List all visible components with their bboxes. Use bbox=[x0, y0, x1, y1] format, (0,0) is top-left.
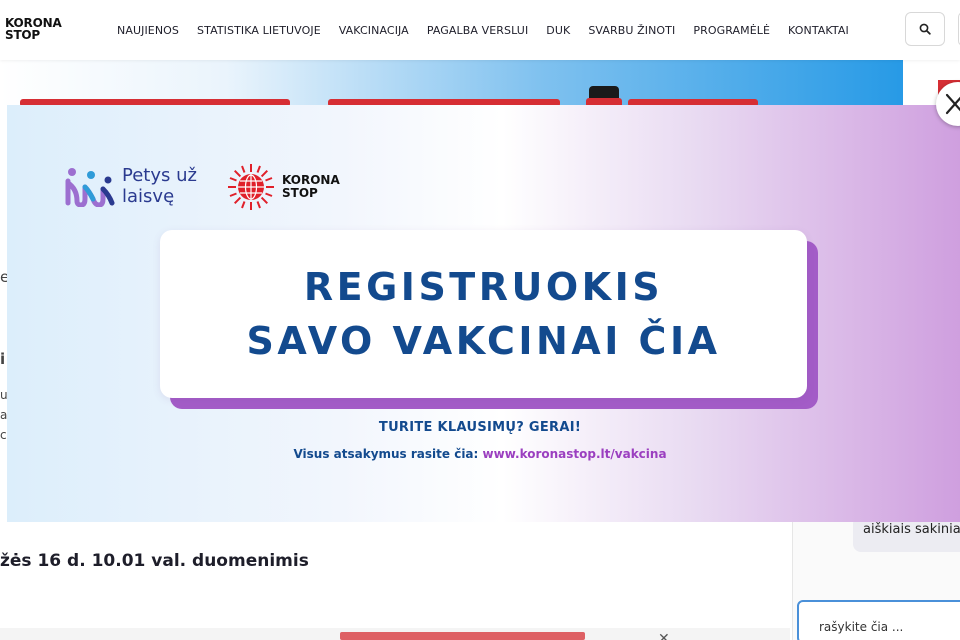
nav-statistika[interactable]: STATISTIKA LIETUVOJE bbox=[197, 24, 321, 37]
faq-heading: TURITE KLAUSIMŲ? GERAI! bbox=[378, 420, 582, 435]
petys-line2: laisvę bbox=[122, 186, 175, 207]
petys-uz-laisve-logo: Petys už laisvę bbox=[65, 165, 197, 207]
nav-vakcinacija[interactable]: VAKCINACIJA bbox=[339, 24, 409, 37]
cta-line1: REGISTRUOKIS bbox=[303, 265, 664, 309]
site-header: KORONA STOP NAUJIENOS STATISTIKA LIETUVO… bbox=[0, 0, 960, 60]
cta-line2: SAVO VAKCINAI ČIA bbox=[246, 319, 721, 363]
nav-programele[interactable]: PROGRAMĖLĖ bbox=[693, 24, 770, 37]
petys-logo-text: Petys už laisvę bbox=[122, 165, 197, 207]
nav-naujienos[interactable]: NAUJIENOS bbox=[117, 24, 179, 37]
petys-logo-icon bbox=[65, 168, 115, 207]
cookie-close-icon[interactable]: ✕ bbox=[658, 630, 670, 640]
faq-answer-line: Visus atsakymus rasite čia: www.koronast… bbox=[0, 447, 960, 461]
korona-stop-emblem-icon bbox=[228, 164, 274, 210]
logo-line2: STOP bbox=[5, 28, 41, 42]
ks-line2: STOP bbox=[282, 186, 318, 200]
search-button[interactable] bbox=[905, 12, 945, 46]
vakcina-link[interactable]: www.koronastop.lt/vakcina bbox=[483, 447, 667, 461]
bg-text-fragment: i bbox=[0, 350, 6, 368]
petys-line1: Petys už bbox=[122, 165, 197, 186]
nav-duk[interactable]: DUK bbox=[546, 24, 570, 37]
search-icon bbox=[919, 23, 931, 35]
faq-answer-prefix: Visus atsakymus rasite čia: bbox=[293, 447, 479, 461]
korona-stop-modal-logo: KORONA STOP bbox=[227, 163, 340, 211]
chat-input[interactable]: rašykite čia ... bbox=[797, 600, 960, 640]
nav-kontaktai[interactable]: KONTAKTAI bbox=[788, 24, 849, 37]
cookie-bar-text bbox=[340, 632, 585, 640]
main-nav: NAUJIENOS STATISTIKA LIETUVOJE VAKCINACI… bbox=[108, 0, 858, 60]
nav-pagalba-verslui[interactable]: PAGALBA VERSLUI bbox=[427, 24, 528, 37]
nav-svarbu-zinoti[interactable]: SVARBU ŽINOTI bbox=[588, 24, 675, 37]
statistics-date: žės 16 d. 10.01 val. duomenimis bbox=[0, 551, 309, 571]
register-vaccine-button[interactable]: REGISTRUOKIS SAVO VAKCINAI ČIA bbox=[160, 230, 807, 398]
korona-stop-modal-text: KORONA STOP bbox=[282, 174, 340, 200]
korona-stop-logo[interactable]: KORONA STOP bbox=[5, 17, 62, 41]
close-icon bbox=[945, 93, 960, 115]
